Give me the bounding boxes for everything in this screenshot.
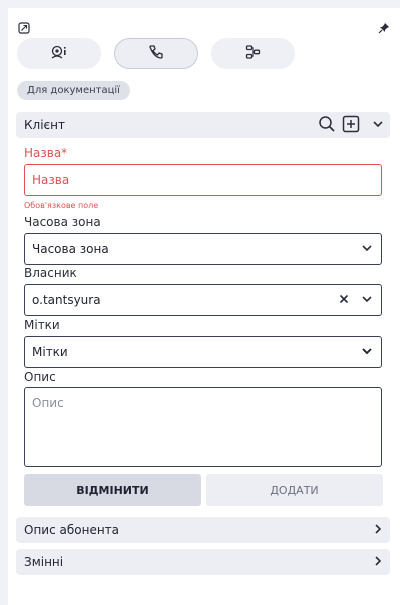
subscriber-description-title: Опис абонента <box>24 523 120 537</box>
description-placeholder: Опис <box>32 396 64 410</box>
name-label: Назва* <box>24 146 68 160</box>
variables-title: Змінні <box>24 555 64 569</box>
chevron-right-icon <box>372 523 384 538</box>
chevron-down-icon[interactable] <box>372 118 384 133</box>
agent-mode-button[interactable] <box>17 38 101 69</box>
timezone-select[interactable]: Часова зона <box>24 233 382 265</box>
agent-icon <box>50 44 68 64</box>
timezone-label: Часова зона <box>24 215 101 229</box>
flow-mode-button[interactable] <box>211 38 295 69</box>
search-icon[interactable] <box>318 115 336 136</box>
tags-label: Мітки <box>24 318 60 332</box>
description-label: Опис <box>24 370 56 384</box>
pin-icon[interactable] <box>378 22 390 34</box>
side-panel: Для документації Клієнт Назва* Назва Обо… <box>8 8 400 605</box>
chevron-right-icon <box>372 555 384 570</box>
tags-value: Мітки <box>32 345 68 359</box>
chevron-down-icon <box>361 242 373 257</box>
chevron-down-icon <box>361 293 373 308</box>
add-box-icon[interactable] <box>342 115 360 136</box>
client-section-title: Клієнт <box>24 118 65 132</box>
chevron-down-icon <box>361 345 373 360</box>
phone-icon <box>148 44 164 64</box>
cancel-button[interactable]: ВІДМІНИТИ <box>24 474 201 506</box>
add-button[interactable]: ДОДАТИ <box>206 474 383 506</box>
phone-mode-button[interactable] <box>114 38 198 69</box>
documentation-tag[interactable]: Для документації <box>17 81 130 100</box>
timezone-value: Часова зона <box>32 242 109 256</box>
description-textarea[interactable]: Опис <box>24 387 382 467</box>
tags-select[interactable]: Мітки <box>24 336 382 368</box>
expand-icon[interactable] <box>18 22 30 34</box>
subscriber-description-section[interactable]: Опис абонента <box>16 517 390 543</box>
owner-select[interactable]: o.tantsyura <box>24 284 382 316</box>
owner-label: Власник <box>24 266 77 280</box>
owner-value: o.tantsyura <box>32 293 101 307</box>
name-field[interactable]: Назва <box>24 164 382 196</box>
name-error-text: Обов'язкове поле <box>24 201 99 210</box>
client-section-header[interactable]: Клієнт <box>16 112 390 138</box>
variables-section[interactable]: Змінні <box>16 549 390 575</box>
flow-icon <box>245 44 261 64</box>
name-placeholder: Назва <box>32 173 70 187</box>
clear-icon[interactable] <box>339 293 349 307</box>
